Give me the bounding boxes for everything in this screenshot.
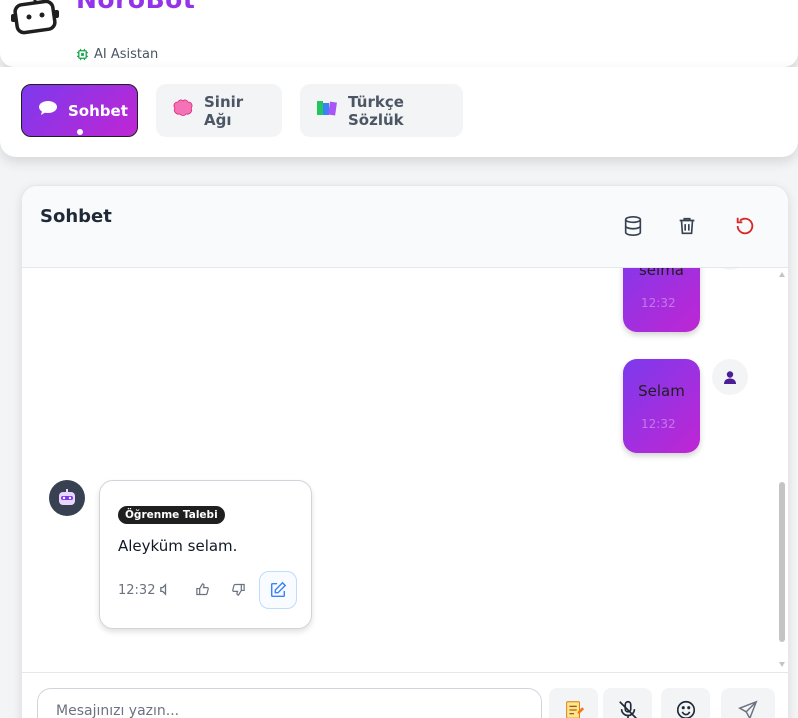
- subtitle-text: AI Asistan: [94, 47, 159, 62]
- bot-avatar: [49, 480, 85, 516]
- chat-panel: Sohbet selma 12:32 Selam 12:32 Öğrenme T…: [21, 185, 789, 718]
- message-text: Selam: [638, 382, 685, 400]
- microphone-off-icon: [618, 700, 637, 718]
- tab-label: Sohbet: [68, 101, 128, 120]
- trash-icon: [679, 217, 695, 235]
- microphone-button[interactable]: [603, 688, 652, 718]
- message-time: 12:32: [641, 417, 676, 431]
- tab-sinir-agi[interactable]: Sinir Ağı: [156, 84, 282, 137]
- like-button[interactable]: [192, 579, 212, 599]
- database-button[interactable]: [620, 213, 646, 239]
- edit-icon: [270, 581, 287, 598]
- chat-header: Sohbet: [22, 186, 788, 268]
- message-time: 12:32: [118, 583, 156, 598]
- note-button[interactable]: [549, 688, 598, 718]
- reset-button[interactable]: [732, 213, 758, 239]
- message-text: selma: [638, 268, 684, 279]
- scroll-thumb[interactable]: [779, 482, 785, 642]
- emoji-button[interactable]: [661, 688, 710, 718]
- message-text: Aleyküm selam.: [118, 537, 238, 555]
- edit-button[interactable]: [259, 571, 297, 609]
- send-button[interactable]: [721, 688, 775, 718]
- speech-bubble-icon: [38, 100, 58, 121]
- chat-title: Sohbet: [40, 206, 112, 227]
- robot-logo-icon: [11, 0, 59, 35]
- composer: [22, 672, 788, 718]
- refresh-icon: [736, 217, 754, 235]
- scroll-down-arrow[interactable]: [779, 662, 785, 667]
- learning-request-badge: Öğrenme Talebi: [118, 506, 225, 524]
- smiley-icon: [676, 700, 695, 718]
- message-input[interactable]: [37, 688, 542, 718]
- send-icon: [738, 700, 758, 718]
- active-indicator: [77, 129, 83, 135]
- books-icon: [316, 99, 338, 122]
- brain-icon: [172, 99, 194, 122]
- robot-face-icon: [59, 489, 75, 505]
- database-icon: [624, 216, 642, 236]
- user-avatar: [712, 268, 748, 270]
- thumbs-up-icon: [195, 582, 209, 595]
- brand-title: NöröBot: [76, 0, 195, 14]
- scrollbar[interactable]: [776, 268, 788, 672]
- clear-chat-button[interactable]: [674, 213, 700, 239]
- message-time: 12:32: [641, 296, 676, 310]
- scroll-up-arrow[interactable]: [779, 272, 785, 277]
- message-list[interactable]: selma 12:32 Selam 12:32 Öğrenme Talebi A…: [22, 268, 788, 672]
- user-icon: [724, 371, 736, 384]
- bot-message: Öğrenme Talebi Aleyküm selam. 12:32: [99, 480, 312, 629]
- tab-turkce-sozluk[interactable]: Türkçe Sözlük: [300, 84, 463, 137]
- user-avatar: [712, 359, 748, 395]
- tab-sohbet[interactable]: Sohbet: [21, 84, 138, 137]
- tab-bar: Sohbet Sinir Ağı Türkçe Sözlük: [0, 67, 798, 157]
- tab-label: Sinir Ağı: [204, 92, 244, 129]
- brand-subtitle: AI Asistan: [76, 47, 158, 62]
- chip-icon: [76, 48, 89, 61]
- speaker-icon: [159, 582, 166, 596]
- user-message: selma 12:32: [623, 268, 700, 332]
- dislike-button[interactable]: [228, 579, 248, 599]
- user-message: Selam 12:32: [623, 359, 700, 453]
- memo-icon: [565, 701, 584, 718]
- speak-button[interactable]: [155, 579, 175, 599]
- tab-label: Türkçe Sözlük: [348, 92, 404, 129]
- thumbs-down-icon: [231, 583, 245, 596]
